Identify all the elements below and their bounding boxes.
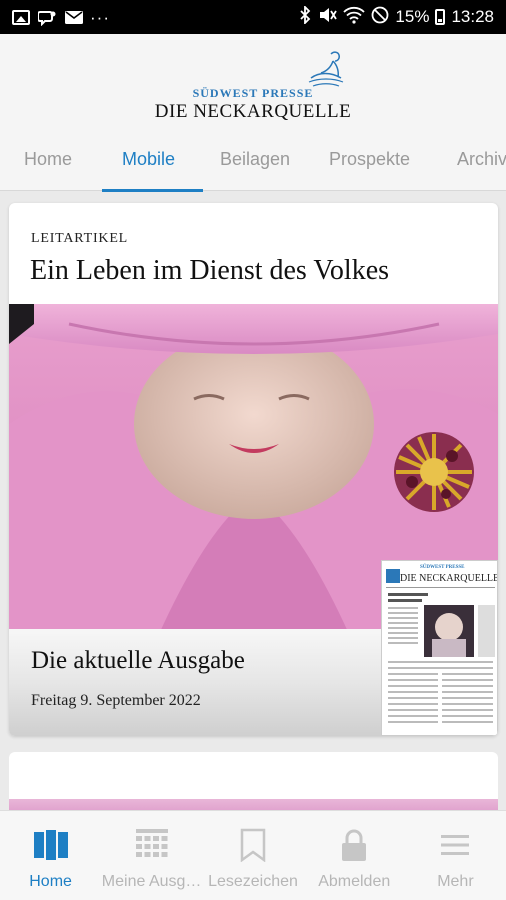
tab-home[interactable]: Home (24, 142, 72, 192)
nav-logout[interactable]: Abmelden (304, 811, 405, 900)
bottom-navigation: Home Meine Ausgaben Lesezeichen Abmelden… (0, 810, 506, 900)
lock-icon (336, 827, 372, 863)
nav-more-label: Mehr (437, 873, 474, 890)
issue-card[interactable]: LEITARTIKEL Ein Leben im Dienst des Volk… (9, 203, 498, 736)
battery-percent: 15% (395, 7, 430, 26)
current-issue-date: Freitag 9. September 2022 (31, 692, 201, 709)
tab-prospekte[interactable]: Prospekte (329, 142, 410, 192)
logo-title: DIE NECKARQUELLE (154, 101, 352, 122)
bookmark-icon (235, 827, 271, 863)
nav-logout-label: Abmelden (318, 873, 391, 890)
clock: 13:28 (451, 7, 494, 26)
active-tab-indicator (102, 189, 203, 192)
nav-home-label: Home (29, 873, 72, 890)
tab-beilagen[interactable]: Beilagen (220, 142, 290, 192)
nav-bookmarks[interactable]: Lesezeichen (202, 811, 303, 900)
article-kicker: LEITARTIKEL (31, 231, 129, 246)
mute-icon (317, 6, 338, 29)
wifi-icon (343, 6, 366, 29)
logo-publisher: SÜDWEST PRESSE (192, 86, 314, 100)
tab-archiv[interactable]: Archiv (457, 142, 506, 192)
article-headline[interactable]: Ein Leben im Dienst des Volkes (30, 255, 389, 287)
mail-notification-icon (64, 10, 83, 25)
bluetooth-icon (299, 4, 311, 29)
nav-more[interactable]: Mehr (405, 811, 506, 900)
tab-mobile[interactable]: Mobile (122, 142, 175, 192)
status-bar: ··· 15% 13:28 (0, 0, 506, 34)
logo-figure-icon (308, 51, 344, 87)
newspapers-icon (33, 827, 69, 863)
newspaper-cover-thumbnail[interactable]: SÜDWEST PRESSE DIE NECKARQUELLE (381, 560, 498, 736)
grid-icon (134, 827, 170, 863)
chat-notification-icon (37, 10, 56, 26)
more-notifications-icon: ··· (90, 7, 110, 27)
current-issue-caption[interactable]: Die aktuelle Ausgabe Freitag 9. Septembe… (9, 629, 381, 736)
current-issue-title: Die aktuelle Ausgabe (31, 647, 245, 674)
newspaper-logo: SÜDWEST PRESSE DIE NECKARQUELLE (0, 52, 506, 123)
gallery-notification-icon (12, 9, 30, 25)
nav-my-issues-label: Meine Ausgaben (101, 873, 202, 890)
nav-my-issues[interactable]: Meine Ausgaben (101, 811, 202, 900)
nav-bookmarks-label: Lesezeichen (208, 873, 298, 890)
do-not-disturb-icon (371, 6, 389, 29)
battery-icon (435, 9, 446, 25)
nav-home[interactable]: Home (0, 811, 101, 900)
app-header: SÜDWEST PRESSE DIE NECKARQUELLE Home Mob… (0, 34, 506, 192)
section-tabs: Home Mobile Beilagen Prospekte Archiv (0, 142, 506, 192)
menu-icon (437, 827, 473, 863)
